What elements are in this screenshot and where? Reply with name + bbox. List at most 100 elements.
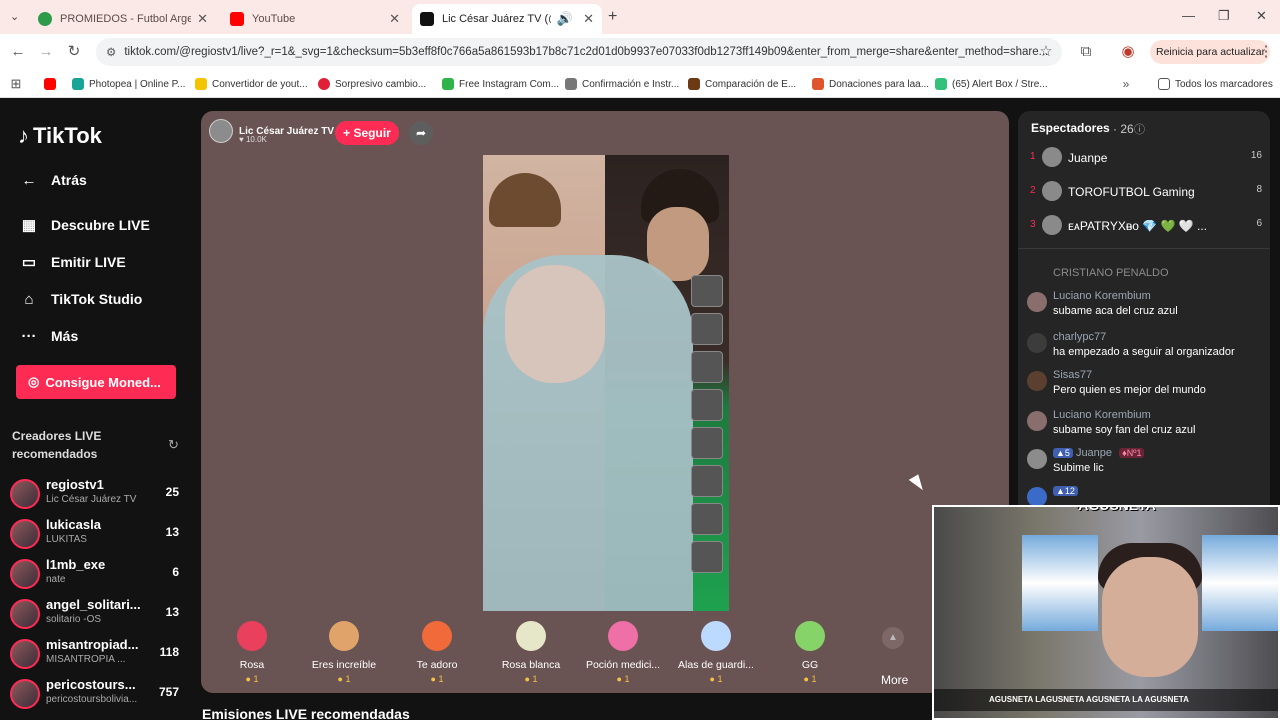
close-window-icon[interactable]: ✕	[1256, 8, 1267, 24]
extensions-icon[interactable]: ⧉	[1076, 42, 1096, 62]
restore-icon[interactable]: ❐	[1218, 8, 1230, 24]
top-viewer[interactable]: 2 TOROFUTBOL Gaming 8	[1030, 181, 1262, 205]
all-bookmarks[interactable]: Todos los marcadores	[1158, 76, 1273, 92]
audio-icon[interactable]: 🔊	[557, 11, 573, 27]
back-icon[interactable]: ←	[8, 42, 28, 62]
chat-username[interactable]: Luciano Korembium	[1053, 290, 1151, 302]
top-viewer[interactable]: 3 ᴇᴀPATRYXᴃᴏ 💎 💚 🤍 ... 6	[1030, 215, 1262, 239]
creator-item[interactable]: l1mb_exe nate 6	[10, 555, 182, 591]
viewer-rank: 2	[1030, 185, 1036, 196]
chat-username[interactable]: charlypc77	[1053, 331, 1106, 343]
creator-item[interactable]: lukicasla LUKITAS 13	[10, 515, 182, 551]
guest-slot[interactable]	[691, 427, 723, 459]
forward-icon[interactable]: →	[36, 42, 56, 62]
creator-item[interactable]: misantropiad... MISANTROPIA ... 118	[10, 635, 182, 671]
menu-kebab-icon[interactable]: ⋮	[1256, 42, 1276, 62]
gift-item[interactable]: Rosa ● 1	[209, 617, 295, 689]
guest-slot[interactable]	[691, 465, 723, 497]
guest-slot[interactable]	[691, 275, 723, 307]
sidebar-item-mas[interactable]: ··· Más	[18, 325, 79, 347]
chat-user-line[interactable]: ▲5 Juanpe ♦Nº1	[1053, 447, 1147, 459]
bookmark-youtube[interactable]	[44, 76, 61, 92]
sidebar-item-back[interactable]: ← Atrás	[18, 169, 87, 191]
level-number: 5	[1064, 448, 1070, 458]
bookmark-donaciones[interactable]: Donaciones para laa...	[812, 76, 929, 92]
bookmark-photopea[interactable]: Photopea | Online P...	[72, 76, 185, 92]
wings-icon	[701, 621, 731, 651]
chat-username[interactable]: Luciano Korembium	[1053, 409, 1151, 421]
address-bar[interactable]: ⚙ tiktok.com/@regiostv1/live?_r=1&_svg=1…	[96, 38, 1062, 66]
minimize-icon[interactable]: —	[1182, 8, 1195, 23]
avatar[interactable]	[1027, 292, 1047, 312]
get-coins-button[interactable]: ◎ Consigue Moned...	[16, 365, 176, 399]
creator-item[interactable]: regiostv1 Lic César Juárez TV 25	[10, 475, 182, 511]
chat-user-line[interactable]: ▲12	[1053, 485, 1081, 497]
new-tab-icon[interactable]: +	[608, 8, 617, 26]
creator-item[interactable]: pericostours... pericostoursbolivia... 7…	[10, 675, 182, 711]
refresh-icon[interactable]: ↻	[168, 437, 179, 453]
tiktok-logo[interactable]: ♪ TikTok	[18, 123, 102, 149]
avatar[interactable]	[1027, 411, 1047, 431]
avatar[interactable]	[1027, 371, 1047, 391]
update-button[interactable]: Reinicia para actualizar	[1150, 40, 1270, 64]
creator-item[interactable]: angel_solitari... solitario -OS 13	[10, 595, 182, 631]
tab-search-chevron-icon[interactable]: ⌄	[10, 10, 19, 23]
guest-slot[interactable]	[691, 503, 723, 535]
gift-item[interactable]: Te adoro ● 1	[394, 617, 480, 689]
webcam-overlay: LA AGUSNETA AGUSNETA LAGUSNETA AGUSNETA …	[932, 505, 1280, 720]
tab-tiktok-live[interactable]: Lic César Juárez TV (@regiostv1) 🔊 ✕	[412, 4, 602, 34]
tiktok-favicon-icon	[420, 12, 434, 26]
host-info[interactable]: Lic César Juárez TV	[209, 119, 334, 143]
guest-slot[interactable]	[691, 541, 723, 573]
viewer-rank: 3	[1030, 219, 1036, 230]
close-tab-icon[interactable]: ✕	[197, 11, 208, 27]
live-video[interactable]	[483, 155, 729, 611]
info-icon[interactable]: ⓘ	[1134, 121, 1145, 137]
sidebar-item-emitir-live[interactable]: ▭ Emitir LIVE	[18, 251, 126, 273]
bookmark-convertidor[interactable]: Convertidor de yout...	[195, 76, 308, 92]
gift-item[interactable]: Rosa blanca ● 1	[488, 617, 574, 689]
bookmark-label: (65) Alert Box / Stre...	[952, 78, 1048, 90]
guest-slot[interactable]	[691, 389, 723, 421]
follow-button[interactable]: + Seguir	[335, 121, 399, 145]
gift-item[interactable]: GG ● 1	[767, 617, 853, 689]
site-settings-icon[interactable]: ⚙	[106, 45, 116, 59]
tab-youtube[interactable]: YouTube ✕	[222, 4, 408, 34]
apps-grid-icon[interactable]: ⊞	[6, 74, 26, 94]
gift-price-value: 1	[345, 674, 351, 684]
top-viewer[interactable]: 1 Juanpe 16	[1030, 147, 1262, 171]
chevron-up-icon[interactable]: ▲	[882, 627, 904, 649]
sidebar-item-descubre-live[interactable]: ▦ Descubre LIVE	[18, 214, 150, 236]
gift-price-value: 1	[811, 674, 817, 684]
rank-badge: ♦Nº1	[1119, 448, 1145, 458]
bookmark-alertbox[interactable]: (65) Alert Box / Stre...	[935, 76, 1048, 92]
share-icon[interactable]: ➦	[409, 121, 433, 145]
guest-slot[interactable]	[691, 313, 723, 345]
more-gifts-button[interactable]: More	[881, 673, 908, 687]
avatar[interactable]	[1027, 449, 1047, 469]
bookmarks-overflow-icon[interactable]: »	[1116, 74, 1136, 94]
avatar[interactable]	[1027, 487, 1047, 507]
gift-item[interactable]: Poción medici... ● 1	[580, 617, 666, 689]
chat-username[interactable]: CRISTIANO PENALDO	[1053, 267, 1169, 279]
bookmark-star-icon[interactable]: ☆	[1036, 42, 1056, 62]
tab-promiedos[interactable]: PROMIEDOS - Futbol Argentino ✕	[30, 4, 216, 34]
profile-icon[interactable]: ◉	[1118, 42, 1138, 62]
chat-username[interactable]: Sisas77	[1053, 369, 1092, 381]
gift-item[interactable]: Eres increíble ● 1	[301, 617, 387, 689]
bookmark-sorpresivo[interactable]: Sorpresivo cambio...	[318, 76, 426, 92]
avatar	[1042, 181, 1062, 201]
bookmark-confirmacion[interactable]: Confirmación e Instr...	[565, 76, 679, 92]
bookmark-instagram[interactable]: Free Instagram Com...	[442, 76, 559, 92]
gift-price: ● 1	[394, 674, 480, 684]
guest-slot[interactable]	[691, 351, 723, 383]
bookmark-comparacion[interactable]: Comparación de E...	[688, 76, 796, 92]
close-tab-icon[interactable]: ✕	[583, 11, 594, 27]
reload-icon[interactable]: ↻	[64, 42, 84, 62]
host-avatar[interactable]	[209, 119, 233, 143]
creator-name: misantropiad...	[46, 637, 139, 652]
close-tab-icon[interactable]: ✕	[389, 11, 400, 27]
gift-item[interactable]: Alas de guardi... ● 1	[673, 617, 759, 689]
sidebar-item-tiktok-studio[interactable]: ⌂ TikTok Studio	[18, 288, 142, 310]
browser-toolbar: ← → ↻ ⚙ tiktok.com/@regiostv1/live?_r=1&…	[0, 34, 1280, 70]
